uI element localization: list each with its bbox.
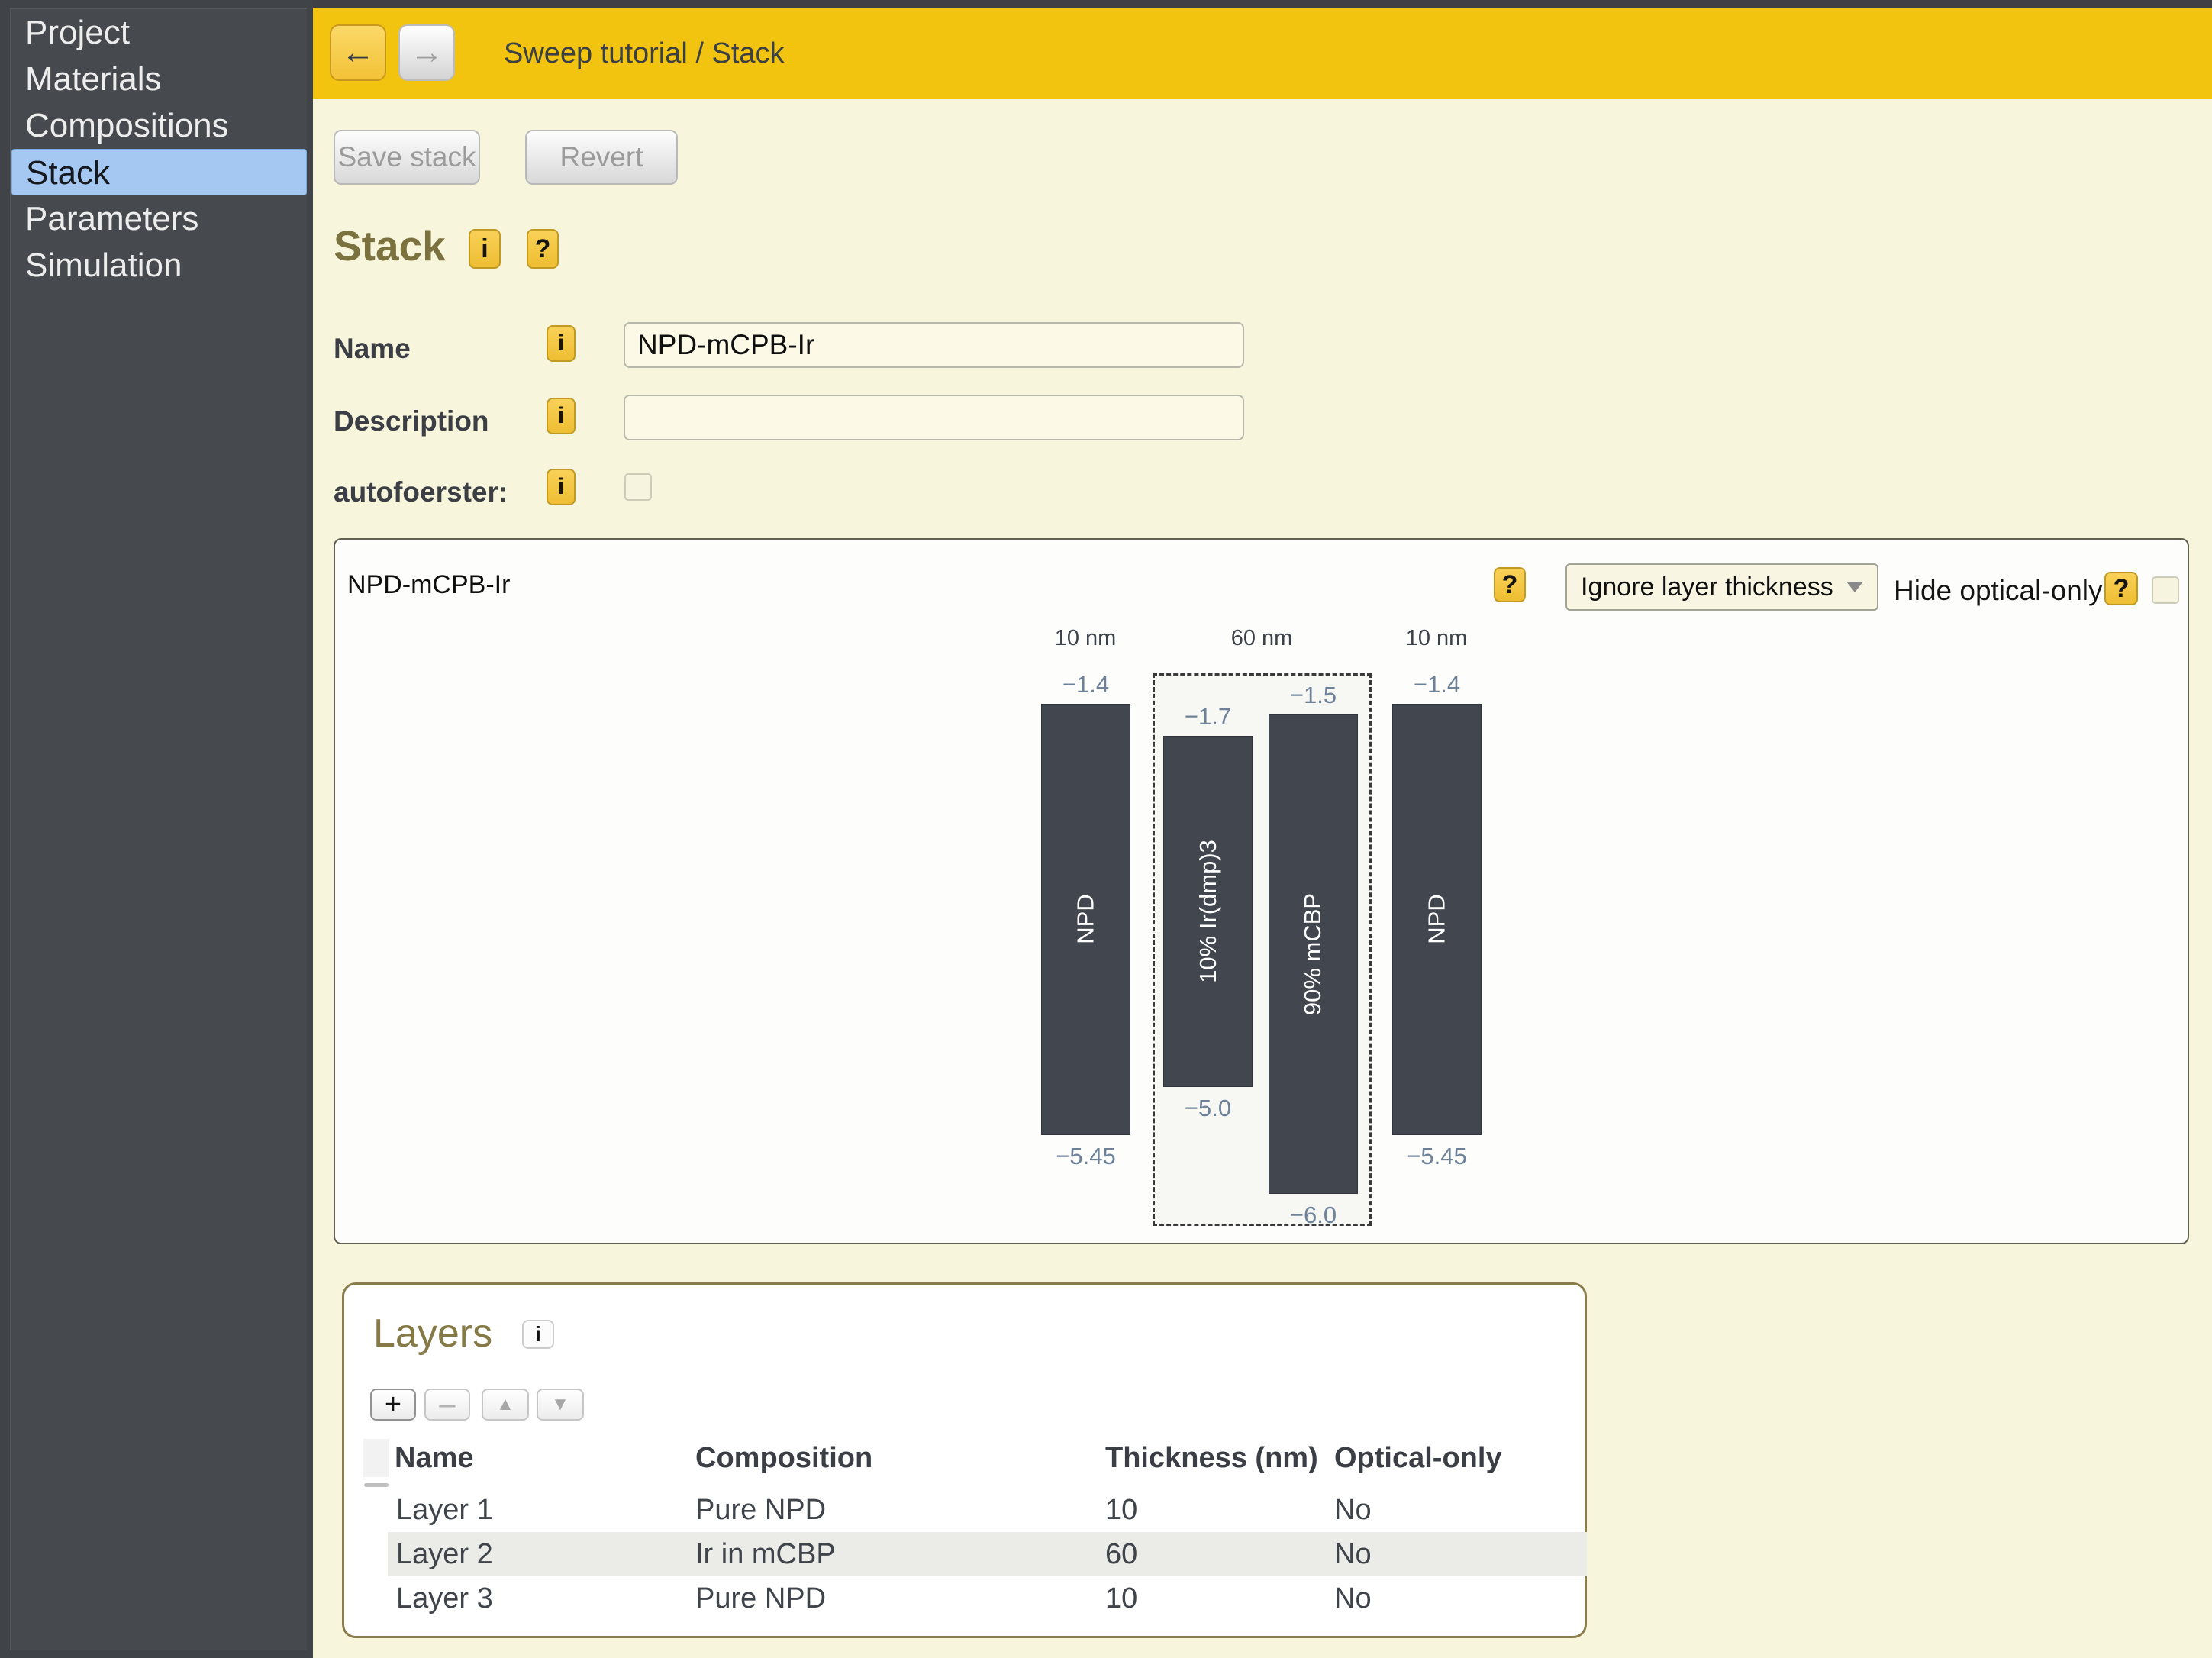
name-input[interactable] <box>624 322 1244 368</box>
cell-optical-only: No <box>1334 1576 1372 1621</box>
hide-optical-checkbox[interactable] <box>2152 576 2179 604</box>
cell-name: Layer 3 <box>396 1576 493 1621</box>
thickness-label: 10 nm <box>1024 625 1146 651</box>
top-bar: ← → Sweep tutorial / Stack <box>313 8 2212 99</box>
back-arrow-icon: ← <box>341 34 375 72</box>
homo-value-label: −5.45 <box>1362 1142 1512 1171</box>
autofoerster-checkbox[interactable] <box>624 473 652 501</box>
sidebar-item-materials[interactable]: Materials <box>11 56 307 102</box>
column-header-composition: Composition <box>695 1439 872 1477</box>
stack-info-badge[interactable]: i <box>469 229 501 269</box>
description-label: Description <box>334 405 489 437</box>
stack-diagram-title: NPD-mCPB-Ir <box>347 570 510 600</box>
table-row[interactable]: Layer 1 Pure NPD 10 No <box>388 1488 1587 1532</box>
remove-layer-button[interactable]: – <box>424 1389 470 1421</box>
column-header-thickness: Thickness (nm) <box>1105 1439 1318 1477</box>
sidebar-item-compositions[interactable]: Compositions <box>11 102 307 149</box>
stack-bar-label: 90% mCBP <box>1269 715 1357 1193</box>
forward-button[interactable]: → <box>398 24 455 81</box>
layers-panel: Layers i + – ▲ ▼ Name Composition Thickn… <box>342 1282 1587 1638</box>
cell-optical-only: No <box>1334 1488 1372 1532</box>
row-handle-column-header <box>363 1439 389 1477</box>
sidebar-item-parameters[interactable]: Parameters <box>11 195 307 242</box>
view-help-badge[interactable]: ? <box>1494 567 1526 602</box>
move-layer-up-button[interactable]: ▲ <box>482 1389 529 1421</box>
back-button[interactable]: ← <box>330 24 386 81</box>
stack-bar[interactable]: 10% Ir(dmp)3 <box>1163 736 1253 1087</box>
layers-info-badge[interactable]: i <box>522 1320 554 1349</box>
view-mode-select[interactable]: Ignore layer thickness <box>1565 563 1878 611</box>
forward-arrow-icon: → <box>410 34 443 72</box>
description-info-badge[interactable]: i <box>547 398 576 434</box>
thickness-label: 10 nm <box>1375 625 1498 651</box>
move-layer-down-button[interactable]: ▼ <box>537 1389 584 1421</box>
cell-composition: Ir in mCBP <box>695 1532 836 1576</box>
sidebar-nav: ProjectMaterialsCompositionsStackParamet… <box>10 8 307 1650</box>
stack-bar-label: NPD <box>1393 705 1481 1134</box>
cell-name: Layer 1 <box>396 1488 493 1532</box>
stack-bar-label: NPD <box>1042 705 1130 1134</box>
hide-optical-help-badge[interactable]: ? <box>2104 572 2138 605</box>
name-label: Name <box>334 333 411 365</box>
autofoerster-label: autofoerster: <box>334 476 508 508</box>
save-stack-button[interactable]: Save stack <box>334 130 480 185</box>
sidebar-item-stack[interactable]: Stack <box>11 149 307 195</box>
view-mode-value: Ignore layer thickness <box>1581 573 1833 602</box>
row-handle-icon <box>364 1483 389 1487</box>
homo-value-label: −5.45 <box>1011 1142 1161 1171</box>
stack-bar[interactable]: NPD <box>1392 704 1482 1135</box>
layers-title: Layers <box>373 1311 492 1356</box>
column-header-optical-only: Optical-only <box>1334 1439 1502 1477</box>
cell-optical-only: No <box>1334 1532 1372 1576</box>
autofoerster-info-badge[interactable]: i <box>547 469 576 505</box>
column-header-name: Name <box>395 1439 474 1477</box>
sidebar-item-project[interactable]: Project <box>11 9 307 56</box>
cell-name: Layer 2 <box>396 1532 493 1576</box>
sidebar-item-simulation[interactable]: Simulation <box>11 242 307 289</box>
homo-value-label: −6.0 <box>1238 1201 1388 1230</box>
name-info-badge[interactable]: i <box>547 325 576 362</box>
stack-bar[interactable]: 90% mCBP <box>1269 714 1358 1194</box>
stack-diagram-panel: NPD-mCPB-Ir ? Ignore layer thickness Hid… <box>334 538 2189 1244</box>
stack-help-badge[interactable]: ? <box>527 229 559 269</box>
lumo-value-label: −1.4 <box>1011 670 1161 699</box>
cell-composition: Pure NPD <box>695 1488 826 1532</box>
sidebar: ProjectMaterialsCompositionsStackParamet… <box>0 0 313 1658</box>
revert-button[interactable]: Revert <box>525 130 678 185</box>
lumo-value-label: −1.4 <box>1362 670 1512 699</box>
app-window: ProjectMaterialsCompositionsStackParamet… <box>0 0 2212 1658</box>
cell-thickness: 10 <box>1105 1488 1137 1532</box>
stack-bar[interactable]: NPD <box>1041 704 1130 1135</box>
homo-value-label: −5.0 <box>1133 1094 1283 1123</box>
add-layer-button[interactable]: + <box>370 1389 416 1421</box>
page-title: Stack <box>334 221 446 270</box>
description-input[interactable] <box>624 395 1244 440</box>
table-row[interactable]: Layer 3 Pure NPD 10 No <box>388 1576 1587 1621</box>
table-row[interactable]: Layer 2 Ir in mCBP 60 No <box>388 1532 1587 1576</box>
cell-thickness: 60 <box>1105 1532 1137 1576</box>
hide-optical-label: Hide optical-only <box>1894 575 2103 607</box>
chevron-down-icon <box>1846 582 1863 592</box>
thickness-label: 60 nm <box>1201 625 1323 651</box>
cell-composition: Pure NPD <box>695 1576 826 1621</box>
cell-thickness: 10 <box>1105 1576 1137 1621</box>
stack-bar-label: 10% Ir(dmp)3 <box>1164 737 1252 1086</box>
breadcrumb: Sweep tutorial / Stack <box>504 8 785 99</box>
